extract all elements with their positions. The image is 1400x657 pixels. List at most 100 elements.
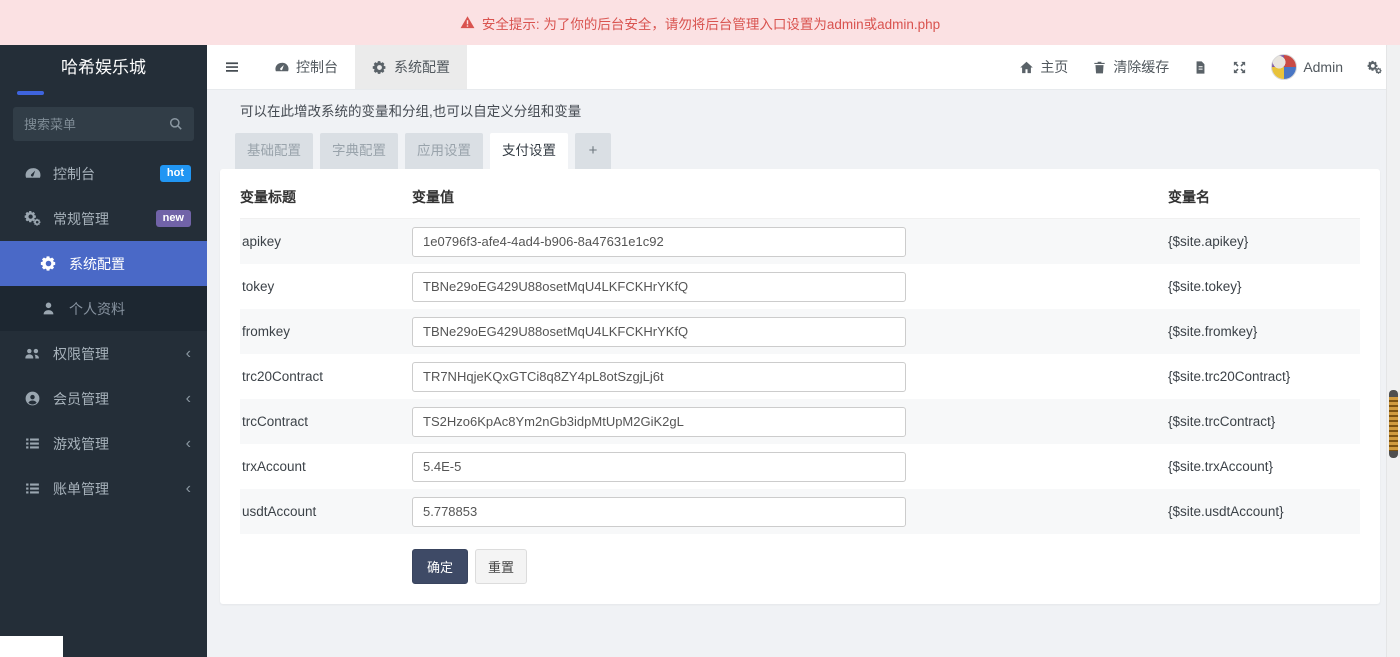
variable-name: {$site.fromkey} (1168, 324, 1360, 339)
sidebar-item-label: 系统配置 (69, 254, 125, 274)
sidebar-item-game-manage[interactable]: 游戏管理 ‹ (0, 421, 207, 466)
variable-title: fromkey (240, 324, 412, 339)
home-link[interactable]: 主页 (1019, 57, 1068, 77)
gauge-icon (24, 165, 41, 182)
gear-icon (372, 60, 387, 75)
column-header-value: 变量值 (412, 187, 1168, 207)
tab-app-settings[interactable]: 应用设置 (405, 133, 483, 169)
topbar-tab-label: 系统配置 (394, 57, 450, 77)
user-menu[interactable]: Admin (1271, 54, 1343, 80)
form-actions: 确定 重置 (240, 549, 1360, 584)
scrollbar-thumb-grip (1389, 397, 1398, 451)
topbar-tab-system-config[interactable]: 系统配置 (355, 45, 467, 89)
sidebar-item-dashboard[interactable]: 控制台 hot (0, 151, 207, 196)
tab-basic-config[interactable]: 基础配置 (235, 133, 313, 169)
users-icon (24, 345, 41, 362)
scrollbar-thumb-cap (1389, 390, 1398, 397)
table-row: fromkey {$site.fromkey} (240, 309, 1360, 354)
clear-cache-label: 清除缓存 (1113, 57, 1169, 77)
variable-value-input[interactable] (412, 407, 906, 437)
variable-value-input[interactable] (412, 497, 906, 527)
table-row: apikey {$site.apikey} (240, 219, 1360, 264)
sidebar-item-bill-manage[interactable]: 账单管理 ‹ (0, 466, 207, 511)
fullscreen-button[interactable] (1232, 60, 1247, 75)
person-icon (40, 300, 57, 317)
page-description: 可以在此增改系统的变量和分组,也可以自定义分组和变量 (240, 100, 1400, 120)
bottom-left-overlay (0, 636, 63, 657)
clear-cache-button[interactable]: 清除缓存 (1092, 57, 1169, 77)
variable-value-input[interactable] (412, 362, 906, 392)
sidebar-item-member-manage[interactable]: 会员管理 ‹ (0, 376, 207, 421)
chevron-left-icon: ‹ (186, 436, 191, 452)
home-label: 主页 (1040, 57, 1068, 77)
banner-text: 安全提示: 为了你的后台安全，请勿将后台管理入口设置为admin或admin.p… (482, 13, 940, 33)
topbar-tab-dashboard[interactable]: 控制台 (257, 45, 355, 89)
variable-value-input[interactable] (412, 272, 906, 302)
cogs-icon (24, 210, 41, 227)
trash-icon (1092, 60, 1107, 75)
tab-payment-settings[interactable]: 支付设置 (490, 133, 568, 169)
hamburger-icon (224, 59, 240, 75)
sidebar-item-label: 控制台 (53, 164, 95, 184)
sidebar-item-label: 会员管理 (53, 389, 109, 409)
variable-name: {$site.tokey} (1168, 279, 1360, 294)
new-badge: new (156, 210, 191, 227)
config-tabs: 基础配置 字典配置 应用设置 支付设置 + (235, 133, 1400, 169)
sidebar-item-label: 权限管理 (53, 344, 109, 364)
column-header-name: 变量名 (1168, 187, 1360, 207)
variable-title: trxAccount (240, 459, 412, 474)
submit-button[interactable]: 确定 (412, 549, 468, 584)
variable-title: trcContract (240, 414, 412, 429)
variable-name: {$site.apikey} (1168, 234, 1360, 249)
page-scrollbar-track[interactable] (1386, 45, 1400, 657)
sidebar-toggle-button[interactable] (207, 45, 257, 89)
sidebar-item-general-manage[interactable]: 常规管理 new (0, 196, 207, 241)
column-header-title: 变量标题 (240, 187, 412, 207)
menu-search (13, 107, 194, 141)
variable-value-input[interactable] (412, 317, 906, 347)
reset-button[interactable]: 重置 (475, 549, 527, 584)
table-row: usdtAccount {$site.usdtAccount} (240, 489, 1360, 534)
warning-icon (460, 15, 475, 30)
list-icon (24, 480, 41, 497)
menu-search-input[interactable] (13, 107, 194, 141)
page-scrollbar-thumb[interactable] (1389, 390, 1398, 458)
config-card: 变量标题 变量值 变量名 apikey {$site.apikey} tokey… (220, 169, 1380, 604)
table-row: trxAccount {$site.trxAccount} (240, 444, 1360, 489)
sidebar-item-system-config[interactable]: 系统配置 (0, 241, 207, 286)
sidebar-submenu: 系统配置 个人资料 (0, 241, 207, 331)
add-tab-button[interactable]: + (575, 133, 611, 169)
variable-name: {$site.trxAccount} (1168, 459, 1360, 474)
content-area: 可以在此增改系统的变量和分组,也可以自定义分组和变量 基础配置 字典配置 应用设… (207, 90, 1400, 657)
document-icon (1193, 60, 1208, 75)
cogs-icon (1367, 60, 1382, 75)
username-label: Admin (1303, 59, 1343, 75)
hot-badge: hot (160, 165, 191, 182)
topbar-tab-label: 控制台 (296, 57, 338, 77)
user-circle-icon (24, 390, 41, 407)
table-row: trcContract {$site.trcContract} (240, 399, 1360, 444)
sidebar-item-profile[interactable]: 个人资料 (0, 286, 207, 331)
variable-value-input[interactable] (412, 452, 906, 482)
variable-title: usdtAccount (240, 504, 412, 519)
sidebar-item-label: 账单管理 (53, 479, 109, 499)
document-button[interactable] (1193, 60, 1208, 75)
table-header: 变量标题 变量值 变量名 (240, 175, 1360, 219)
expand-icon (1232, 60, 1247, 75)
tab-dictionary-config[interactable]: 字典配置 (320, 133, 398, 169)
sidebar: 哈希娱乐城 控制台 hot 常规管理 new 系统配置 (0, 45, 207, 657)
variable-name: {$site.usdtAccount} (1168, 504, 1360, 519)
variable-title: trc20Contract (240, 369, 412, 384)
sidebar-item-permission-manage[interactable]: 权限管理 ‹ (0, 331, 207, 376)
settings-button[interactable] (1367, 60, 1382, 75)
topbar: 控制台 系统配置 主页 清除缓存 (207, 45, 1400, 90)
variable-name: {$site.trc20Contract} (1168, 369, 1360, 384)
scrollbar-thumb-cap (1389, 451, 1398, 458)
list-icon (24, 435, 41, 452)
table-row: tokey {$site.tokey} (240, 264, 1360, 309)
variable-value-input[interactable] (412, 227, 906, 257)
home-icon (1019, 60, 1034, 75)
gear-icon (40, 255, 57, 272)
variable-title: apikey (240, 234, 412, 249)
sidebar-item-label: 个人资料 (69, 299, 125, 319)
